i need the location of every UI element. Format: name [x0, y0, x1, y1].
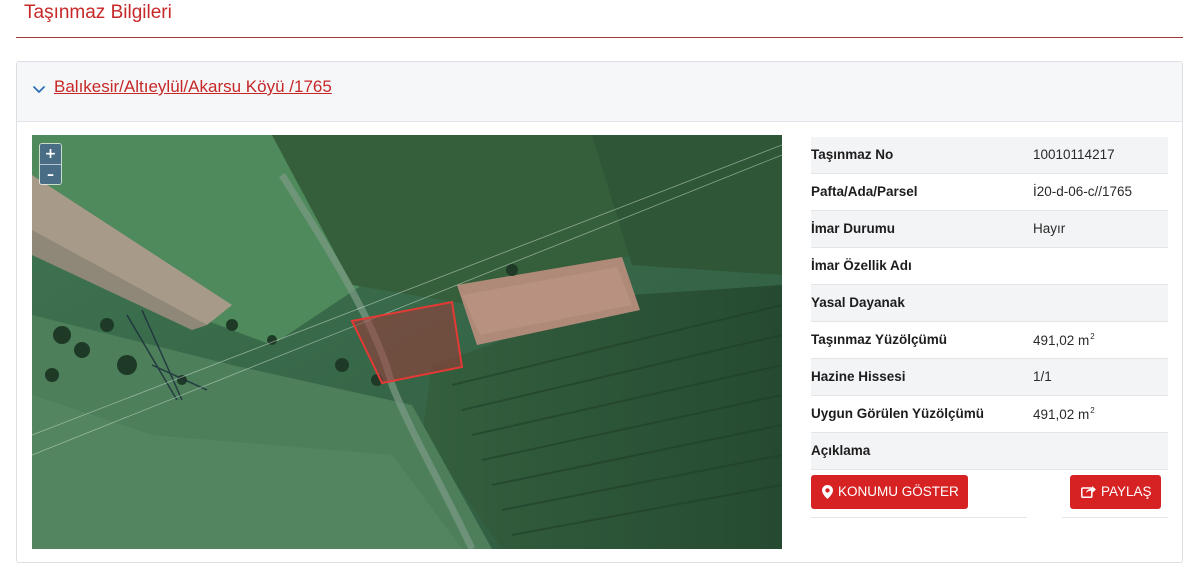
detail-row-pafta: Pafta/Ada/Parsel İ20-d-06-c//1765	[811, 174, 1168, 211]
detail-value: 491,02 m2	[1033, 406, 1095, 422]
detail-label: İmar Özellik Adı	[811, 258, 912, 273]
detail-label: Açıklama	[811, 443, 871, 458]
property-panel: Balıkesir/Altıeylül/Akarsu Köyü /1765 + …	[16, 61, 1183, 563]
title-divider	[16, 37, 1183, 38]
detail-value: 1/1	[1033, 369, 1052, 384]
detail-row-tasinmaz-no: Taşınmaz No 10010114217	[811, 137, 1168, 174]
show-location-label: KONUMU GÖSTER	[838, 484, 959, 499]
detail-row-aciklama: Açıklama	[811, 433, 1168, 470]
detail-value: 491,02 m2	[1033, 332, 1095, 348]
detail-row-yasal-dayanak: Yasal Dayanak	[811, 285, 1168, 322]
share-label: PAYLAŞ	[1101, 484, 1152, 499]
detail-label: Taşınmaz No	[811, 147, 894, 162]
detail-row-hazine-hissesi: Hazine Hissesi 1/1	[811, 359, 1168, 396]
map-imagery	[32, 135, 782, 549]
chevron-down-icon[interactable]	[32, 82, 46, 96]
detail-row-imar-ozellik: İmar Özellik Adı	[811, 248, 1168, 285]
unit-superscript: 2	[1090, 406, 1095, 415]
detail-value: 10010114217	[1033, 147, 1115, 162]
show-location-button[interactable]: KONUMU GÖSTER	[811, 475, 968, 509]
zoom-in-button[interactable]: +	[40, 144, 61, 164]
zoom-out-button[interactable]: –	[40, 164, 61, 184]
detail-row-yuzolcumu: Taşınmaz Yüzölçümü 491,02 m2	[811, 322, 1168, 359]
detail-row-uygun-yuzolcumu: Uygun Görülen Yüzölçümü 491,02 m2	[811, 396, 1168, 433]
divider	[1062, 517, 1168, 518]
detail-label: Yasal Dayanak	[811, 295, 905, 310]
satellite-map[interactable]: + –	[32, 135, 782, 549]
divider	[811, 517, 1027, 518]
detail-label: İmar Durumu	[811, 221, 896, 236]
panel-header[interactable]: Balıkesir/Altıeylül/Akarsu Köyü /1765	[17, 62, 1182, 122]
zoom-control: + –	[39, 143, 62, 185]
detail-label: Pafta/Ada/Parsel	[811, 184, 918, 199]
detail-row-imar-durumu: İmar Durumu Hayır	[811, 211, 1168, 248]
detail-label: Taşınmaz Yüzölçümü	[811, 332, 948, 347]
detail-value: Hayır	[1033, 221, 1066, 236]
share-button[interactable]: PAYLAŞ	[1070, 475, 1161, 509]
action-bar: KONUMU GÖSTER PAYLAŞ	[811, 470, 1168, 518]
map-marker-icon	[822, 485, 833, 499]
detail-value: İ20-d-06-c//1765	[1033, 184, 1133, 199]
detail-label: Uygun Görülen Yüzölçümü	[811, 406, 985, 421]
property-details-table: Taşınmaz No 10010114217 Pafta/Ada/Parsel…	[811, 137, 1168, 470]
unit-superscript: 2	[1090, 332, 1095, 341]
share-icon	[1081, 486, 1096, 498]
location-link[interactable]: Balıkesir/Altıeylül/Akarsu Köyü /1765	[54, 77, 332, 97]
page-title: Taşınmaz Bilgileri	[24, 2, 172, 23]
detail-label: Hazine Hissesi	[811, 369, 906, 384]
